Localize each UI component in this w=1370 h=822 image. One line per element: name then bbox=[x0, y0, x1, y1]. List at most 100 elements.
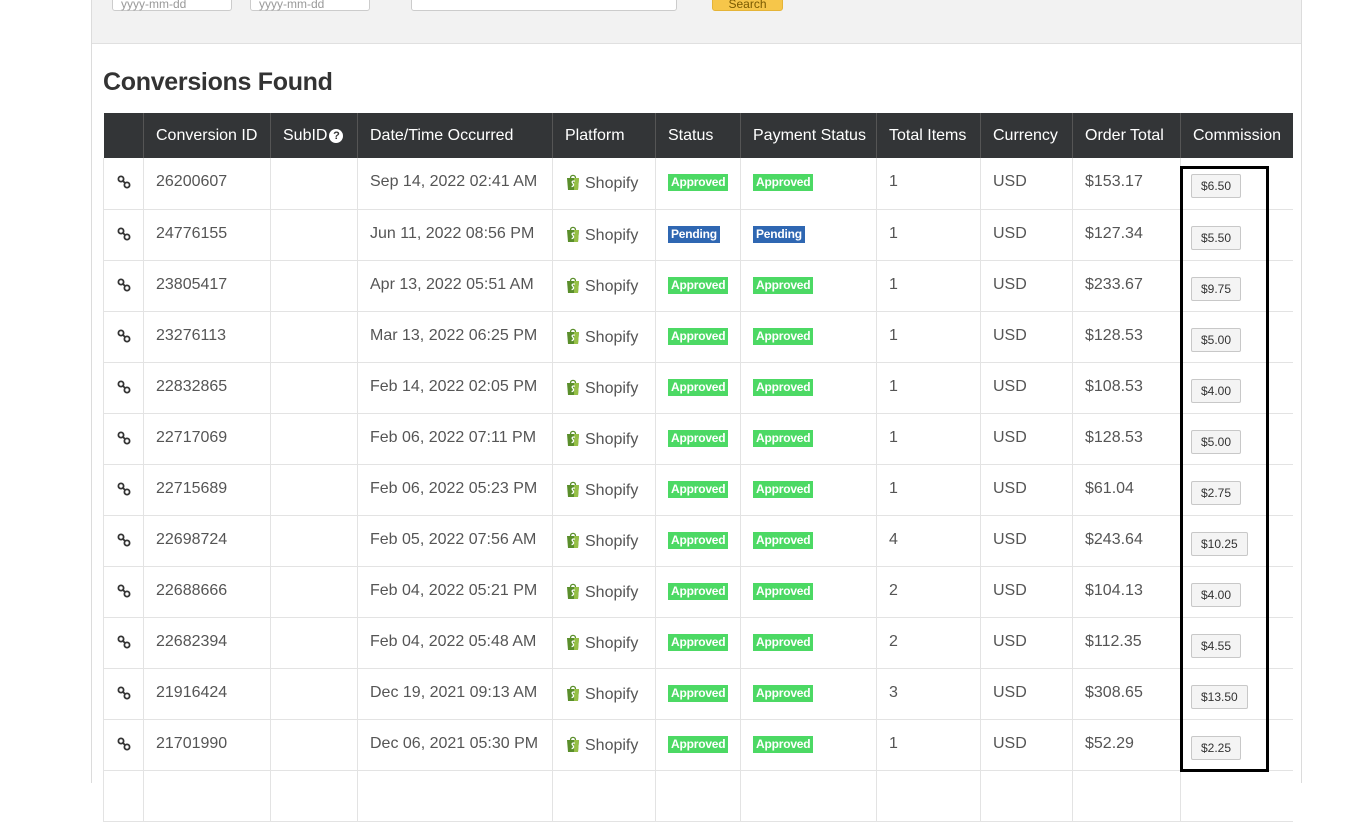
date-cell: Mar 13, 2022 06:25 PM bbox=[357, 311, 553, 363]
table-row: 22832865 Feb 14, 2022 02:05 PM Shopify Appr… bbox=[103, 362, 1293, 414]
link-icon[interactable] bbox=[116, 736, 132, 752]
commission-button[interactable]: $4.55 bbox=[1191, 633, 1242, 658]
commission-cell: $9.75 bbox=[1180, 260, 1293, 312]
link-icon[interactable] bbox=[116, 379, 132, 395]
commission-button[interactable]: $5.00 bbox=[1191, 429, 1242, 454]
column-header-label: Order Total bbox=[1085, 126, 1164, 144]
date-occurred: Feb 06, 2022 05:23 PM bbox=[370, 479, 538, 497]
commission-button[interactable]: $4.00 bbox=[1191, 378, 1242, 403]
currency: USD bbox=[993, 530, 1027, 548]
platform-cell: Shopify bbox=[552, 617, 656, 669]
total-items: 2 bbox=[889, 581, 898, 599]
commission-button[interactable]: $4.00 bbox=[1191, 582, 1242, 607]
commission-button[interactable]: $13.50 bbox=[1191, 684, 1248, 709]
link-icon[interactable] bbox=[116, 583, 132, 599]
conversion-id: 24776155 bbox=[156, 224, 228, 242]
commission-cell: $5.00 bbox=[1180, 413, 1293, 465]
table-row: 26200607 Sep 14, 2022 02:41 AM Shopify Appr… bbox=[103, 158, 1293, 210]
conversion-id-cell: 23276113 bbox=[143, 311, 271, 363]
order-total: $52.29 bbox=[1085, 734, 1134, 752]
status-cell: Approved bbox=[655, 362, 741, 414]
order-total: $127.34 bbox=[1085, 224, 1143, 242]
link-icon[interactable] bbox=[116, 430, 132, 446]
search-button[interactable]: Search bbox=[712, 0, 783, 11]
items-cell: 1 bbox=[876, 311, 981, 363]
link-icon[interactable] bbox=[116, 226, 132, 242]
total-items: 1 bbox=[889, 326, 898, 344]
conversions-table: Conversion ID SubID? Date/Time Occurred Pla… bbox=[103, 113, 1293, 822]
link-icon[interactable] bbox=[116, 634, 132, 650]
column-header-date-time-occurred: Date/Time Occurred bbox=[357, 113, 553, 158]
commission-cell: $4.00 bbox=[1180, 566, 1293, 618]
table-row: 22698724 Feb 05, 2022 07:56 AM Shopify Appr… bbox=[103, 515, 1293, 567]
commission-button[interactable]: $9.75 bbox=[1191, 276, 1242, 301]
platform-name: Shopify bbox=[585, 430, 639, 448]
currency: USD bbox=[993, 581, 1027, 599]
date-occurred: Mar 13, 2022 06:25 PM bbox=[370, 326, 538, 344]
total-items: 4 bbox=[889, 530, 898, 548]
link-icon[interactable] bbox=[116, 481, 132, 497]
payment-status-badge: Approved bbox=[753, 531, 814, 549]
total-items: 2 bbox=[889, 632, 898, 650]
order-total-cell: $233.67 bbox=[1072, 260, 1181, 312]
shopify-bag-icon bbox=[567, 277, 579, 293]
order-total-cell: $108.53 bbox=[1072, 362, 1181, 414]
search-input[interactable] bbox=[411, 0, 677, 11]
date-from-input[interactable]: yyyy-mm-dd bbox=[112, 0, 232, 11]
subid-cell bbox=[270, 566, 358, 618]
link-icon[interactable] bbox=[116, 328, 132, 344]
date-occurred: Feb 05, 2022 07:56 AM bbox=[370, 530, 537, 548]
date-to-input[interactable]: yyyy-mm-dd bbox=[250, 0, 370, 11]
conversion-id-cell: 22717069 bbox=[143, 413, 271, 465]
payment-status-cell: Approved bbox=[740, 311, 877, 363]
shopify-bag-icon bbox=[567, 379, 579, 395]
link-cell bbox=[103, 158, 144, 210]
order-total-cell: $127.34 bbox=[1072, 209, 1181, 261]
items-cell: 1 bbox=[876, 209, 981, 261]
link-cell bbox=[103, 464, 144, 516]
status-cell: Approved bbox=[655, 464, 741, 516]
shopify-bag-icon bbox=[567, 634, 579, 650]
column-header-link bbox=[103, 113, 144, 158]
date-occurred: Feb 04, 2022 05:21 PM bbox=[370, 581, 538, 599]
items-cell: 1 bbox=[876, 413, 981, 465]
link-cell bbox=[103, 260, 144, 312]
table-row: 22688666 Feb 04, 2022 05:21 PM Shopify Appr… bbox=[103, 566, 1293, 618]
currency-cell: USD bbox=[980, 668, 1073, 720]
table-row bbox=[103, 770, 1293, 822]
currency: USD bbox=[993, 632, 1027, 650]
commission-cell: $2.75 bbox=[1180, 464, 1293, 516]
table-row: 23805417 Apr 13, 2022 05:51 AM Shopify Appr… bbox=[103, 260, 1293, 312]
order-total: $308.65 bbox=[1085, 683, 1143, 701]
table-row: 22717069 Feb 06, 2022 07:11 PM Shopify Appr… bbox=[103, 413, 1293, 465]
conversion-id: 22682394 bbox=[156, 632, 228, 650]
link-icon[interactable] bbox=[116, 685, 132, 701]
column-header-status: Status bbox=[655, 113, 741, 158]
payment-status-badge: Approved bbox=[753, 327, 814, 345]
shopify-bag-icon bbox=[567, 532, 579, 548]
status-cell: Approved bbox=[655, 566, 741, 618]
date-occurred: Dec 19, 2021 09:13 AM bbox=[370, 683, 538, 701]
commission-button[interactable]: $5.50 bbox=[1191, 225, 1242, 250]
link-cell bbox=[103, 668, 144, 720]
subid-cell bbox=[270, 770, 358, 822]
platform-cell: Shopify bbox=[552, 668, 656, 720]
total-items: 1 bbox=[889, 428, 898, 446]
currency-cell: USD bbox=[980, 515, 1073, 567]
currency-cell: USD bbox=[980, 209, 1073, 261]
total-items: 1 bbox=[889, 224, 898, 242]
help-icon[interactable]: ? bbox=[329, 128, 344, 143]
commission-button[interactable]: $2.25 bbox=[1191, 735, 1242, 760]
commission-button[interactable]: $5.00 bbox=[1191, 327, 1242, 352]
link-icon[interactable] bbox=[116, 532, 132, 548]
link-icon[interactable] bbox=[116, 174, 132, 190]
status-badge: Approved bbox=[668, 327, 729, 345]
status-badge: Approved bbox=[668, 480, 729, 498]
commission-button[interactable]: $2.75 bbox=[1191, 480, 1242, 505]
link-icon[interactable] bbox=[116, 277, 132, 293]
commission-button[interactable]: $6.50 bbox=[1191, 174, 1242, 198]
commission-button[interactable]: $10.25 bbox=[1191, 531, 1248, 556]
commission-cell: $5.00 bbox=[1180, 311, 1293, 363]
shopify-bag-icon bbox=[567, 583, 579, 599]
column-header-payment-status: Payment Status bbox=[740, 113, 877, 158]
